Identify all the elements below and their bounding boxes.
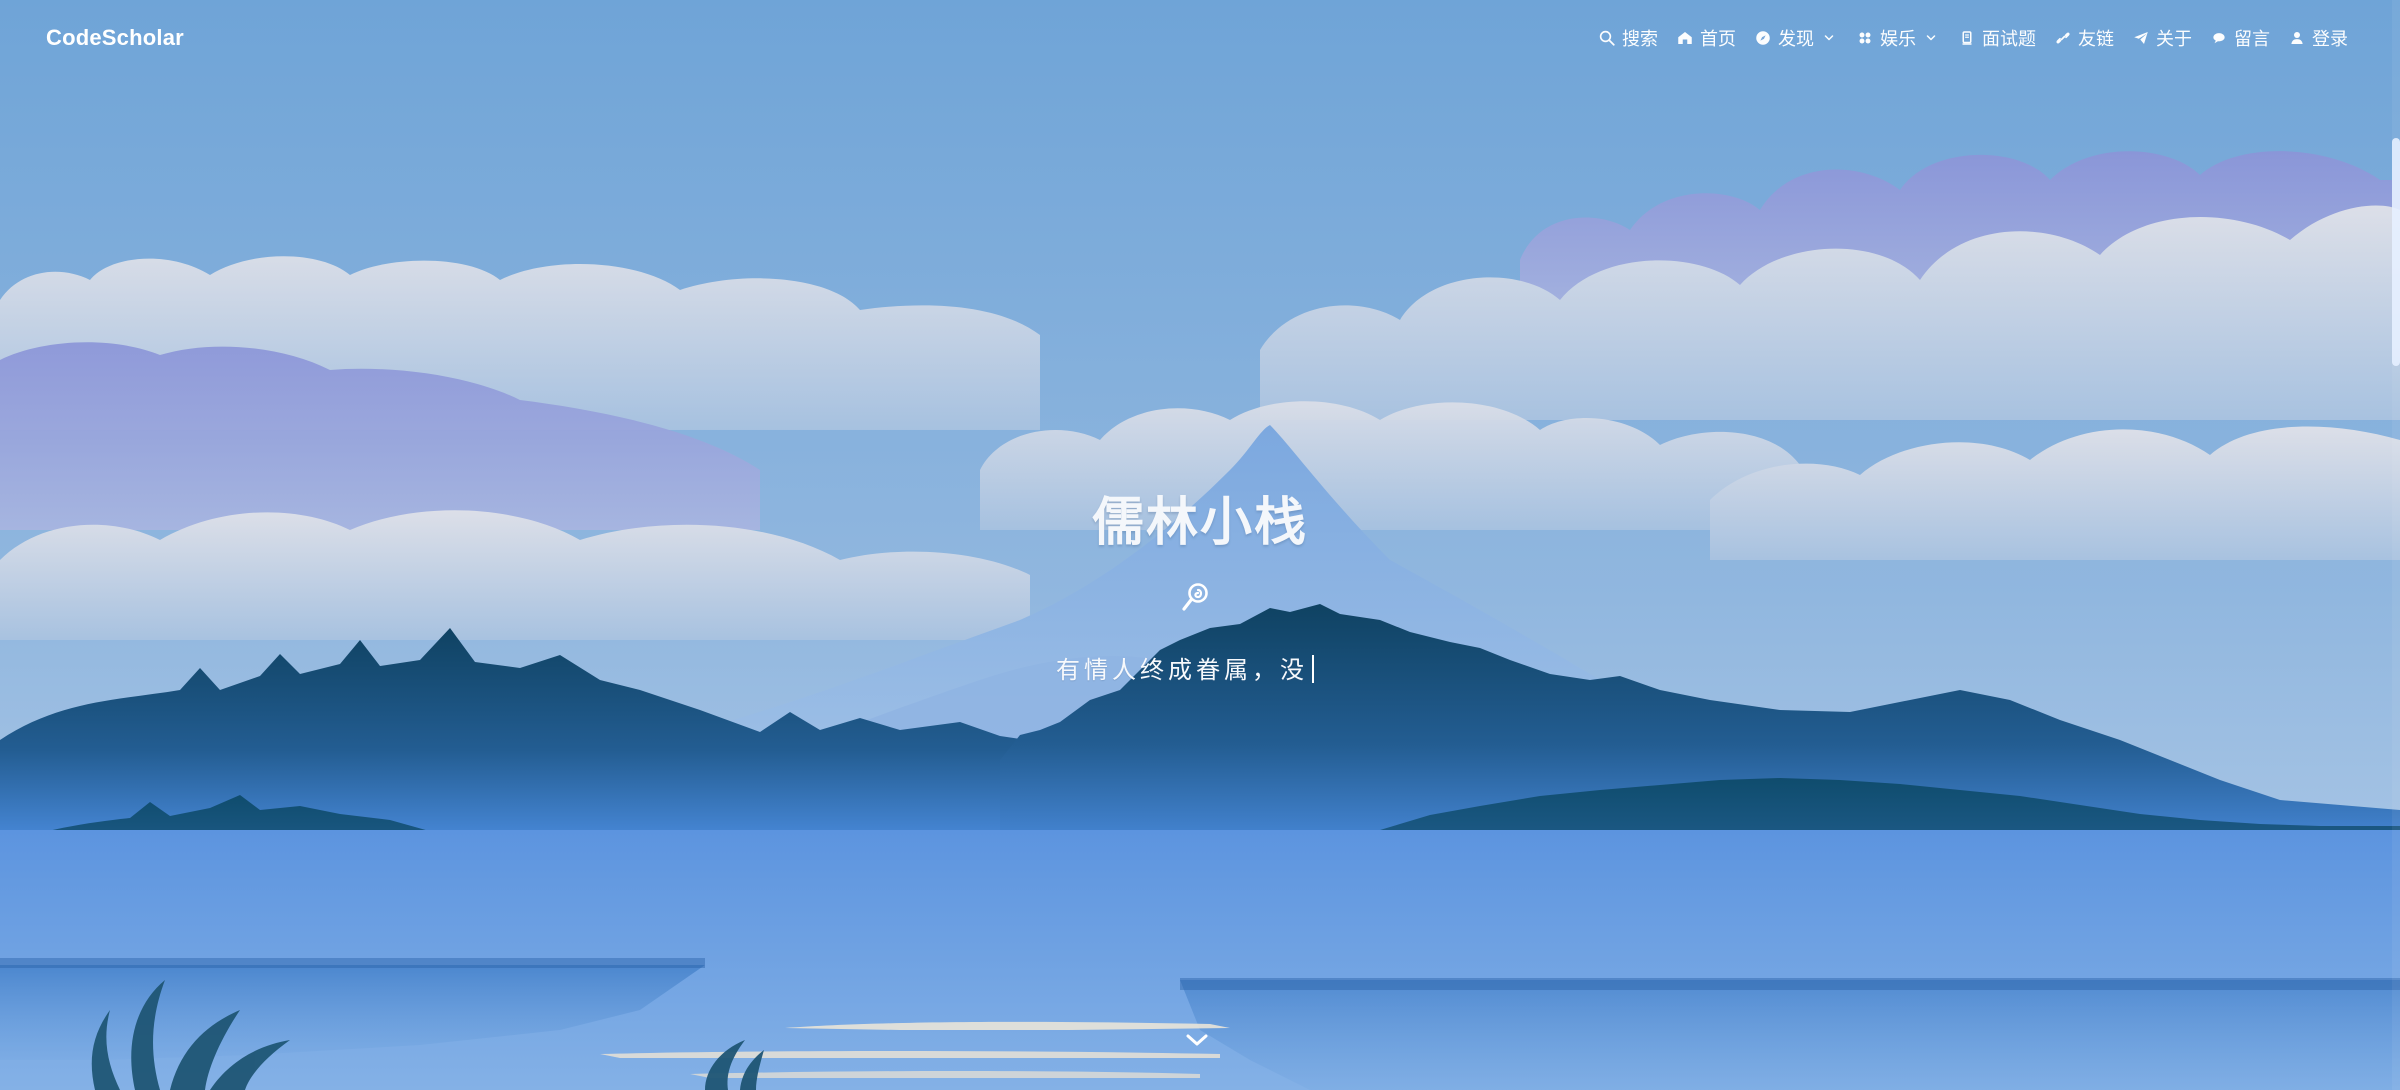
grid-icon [1856, 29, 1874, 47]
vertical-scrollbar[interactable] [2392, 0, 2400, 1090]
link-icon [2054, 29, 2072, 47]
chevron-down-icon [1186, 1034, 1208, 1046]
site-brand[interactable]: CodeScholar [46, 25, 184, 51]
chevron-down-icon [1922, 29, 1940, 47]
nav-item-search[interactable]: 搜索 [1598, 25, 1658, 51]
scroll-down-button[interactable] [1181, 1030, 1213, 1052]
user-icon [2288, 29, 2306, 47]
landscape-background [0, 0, 2400, 1090]
nav-label-about: 关于 [2156, 29, 2192, 49]
nav-item-interview[interactable]: 面试题 [1958, 25, 2036, 51]
nav-label-interview: 面试题 [1982, 29, 2036, 49]
nav-label-links: 友链 [2078, 29, 2114, 49]
compass-icon [1754, 29, 1772, 47]
nav-label-discover: 发现 [1778, 29, 1814, 49]
nav-item-login[interactable]: 登录 [2288, 25, 2348, 51]
search-icon [1598, 29, 1616, 47]
nav-label-entertainment: 娱乐 [1880, 29, 1916, 49]
nav-item-discover[interactable]: 发现 [1754, 25, 1838, 51]
nav-item-message[interactable]: 留言 [2210, 25, 2270, 51]
chevron-down-icon [1820, 29, 1838, 47]
main-nav: 搜索 首页 发现 娱乐 面试题 友链 关于 留言 登录 [1598, 25, 2348, 51]
page-root: CodeScholar 搜索 首页 发现 娱乐 面试题 友链 关于 留言 登录 … [0, 0, 2400, 1090]
nav-label-login: 登录 [2312, 29, 2348, 49]
nav-item-about[interactable]: 关于 [2132, 25, 2192, 51]
home-icon [1676, 29, 1694, 47]
top-navbar: CodeScholar 搜索 首页 发现 娱乐 面试题 友链 关于 留言 登录 [0, 0, 2400, 76]
nav-label-search: 搜索 [1622, 29, 1658, 49]
nav-item-home[interactable]: 首页 [1676, 25, 1736, 51]
scrollbar-thumb[interactable] [2392, 138, 2400, 366]
book-icon [1958, 29, 1976, 47]
nav-label-home: 首页 [1700, 29, 1736, 49]
nav-item-entertainment[interactable]: 娱乐 [1856, 25, 1940, 51]
nav-label-message: 留言 [2234, 29, 2270, 49]
send-icon [2132, 29, 2150, 47]
nav-item-links[interactable]: 友链 [2054, 25, 2114, 51]
chat-icon [2210, 29, 2228, 47]
